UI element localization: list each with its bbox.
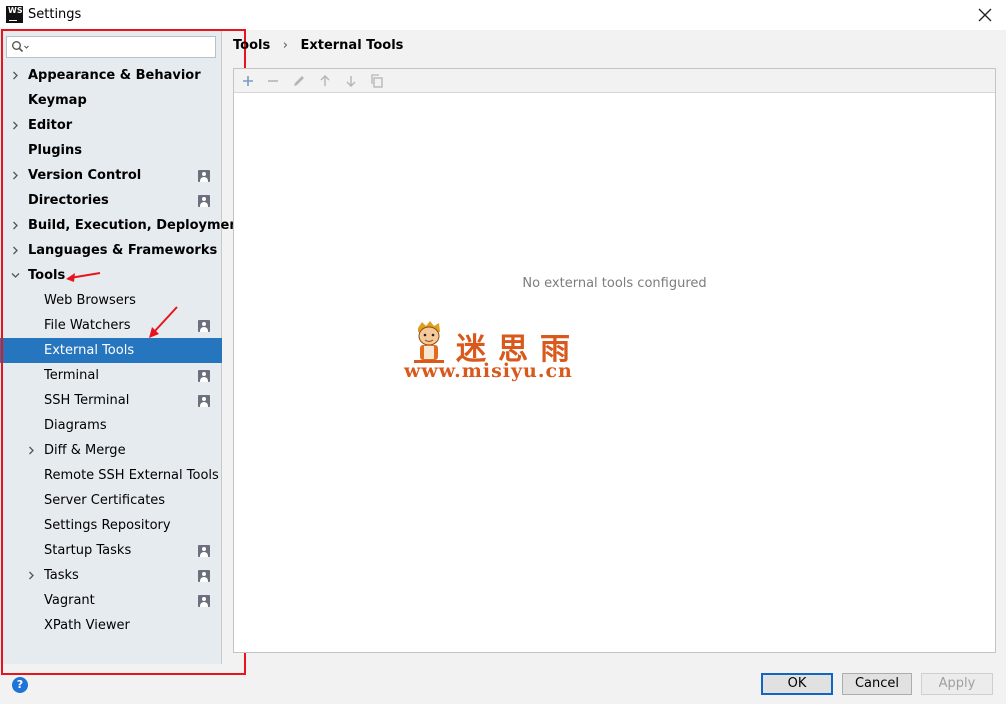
chevron-right-icon[interactable] (11, 221, 20, 230)
settings-search-box[interactable] (6, 36, 216, 58)
tree-item-build-execution-deployment[interactable]: Build, Execution, Deployment (0, 213, 245, 238)
tree-item-remote-ssh-external-tools[interactable]: Remote SSH External Tools (0, 463, 222, 488)
tree-item-label: Version Control (28, 168, 142, 183)
tree-item-label: XPath Viewer (44, 618, 130, 633)
tree-item-ssh-terminal[interactable]: SSH Terminal (0, 388, 222, 413)
tree-item-file-watchers[interactable]: File Watchers (0, 313, 222, 338)
tree-item-keymap[interactable]: Keymap (0, 88, 222, 113)
project-level-icon (198, 320, 210, 332)
tree-item-label: External Tools (44, 343, 135, 358)
tree-item-label: Startup Tasks (44, 543, 132, 558)
help-button[interactable]: ? (12, 677, 28, 693)
settings-tree: Appearance & Behavior Keymap Editor Plugins… (0, 63, 245, 638)
tree-item-directories[interactable]: Directories (0, 188, 222, 213)
chevron-right-icon: › (282, 38, 288, 53)
remove-icon[interactable] (265, 73, 281, 89)
edit-icon[interactable] (291, 73, 307, 89)
tree-item-label: Vagrant (44, 593, 95, 608)
chevron-right-icon[interactable] (27, 446, 36, 455)
close-icon (978, 8, 992, 22)
tree-item-web-browsers[interactable]: Web Browsers (0, 288, 222, 313)
tree-item-label: Remote SSH External Tools (44, 468, 219, 483)
chevron-right-icon[interactable] (11, 121, 20, 130)
project-level-icon (198, 570, 210, 582)
tree-item-label: Diagrams (44, 418, 107, 433)
ok-button[interactable]: OK (761, 673, 833, 695)
breadcrumb-current: External Tools (300, 38, 404, 53)
move-up-icon[interactable] (317, 73, 333, 89)
empty-state-text: No external tools configured (522, 276, 707, 291)
copy-icon[interactable] (369, 73, 385, 89)
tree-item-diff-merge[interactable]: Diff & Merge (0, 438, 222, 463)
tree-item-label: SSH Terminal (44, 393, 130, 408)
tree-item-label: Languages & Frameworks (28, 243, 218, 258)
tree-item-label: File Watchers (44, 318, 131, 333)
chevron-right-icon[interactable] (27, 571, 36, 580)
chevron-right-icon[interactable] (11, 246, 20, 255)
tree-item-vagrant[interactable]: Vagrant (0, 588, 222, 613)
tree-item-label: Keymap (28, 93, 87, 108)
apply-button[interactable]: Apply (921, 673, 993, 695)
search-input[interactable] (31, 38, 211, 56)
title-bar: WS Settings (0, 0, 1006, 30)
tree-item-version-control[interactable]: Version Control (0, 163, 222, 188)
project-level-icon (198, 545, 210, 557)
tree-item-server-certificates[interactable]: Server Certificates (0, 488, 222, 513)
tree-item-tasks[interactable]: Tasks (0, 563, 222, 588)
tree-item-label: Tools (28, 268, 66, 283)
tree-item-label: Plugins (28, 143, 82, 158)
project-level-icon (198, 395, 210, 407)
tree-item-label: Directories (28, 193, 109, 208)
tree-item-label: Server Certificates (44, 493, 166, 508)
project-level-icon (198, 595, 210, 607)
tree-item-label: Appearance & Behavior (28, 68, 201, 83)
search-icon (12, 41, 29, 53)
project-level-icon (198, 370, 210, 382)
chevron-right-icon[interactable] (11, 171, 20, 180)
breadcrumb-parent[interactable]: Tools (233, 38, 270, 53)
tree-item-terminal[interactable]: Terminal (0, 363, 222, 388)
tree-item-label: Web Browsers (44, 293, 136, 308)
chevron-down-icon[interactable] (11, 271, 20, 280)
chevron-right-icon[interactable] (11, 71, 20, 80)
settings-sidebar: Appearance & Behavior Keymap Editor Plugins… (0, 30, 245, 664)
tree-item-settings-repository[interactable]: Settings Repository (0, 513, 222, 538)
tree-item-appearance-behavior[interactable]: Appearance & Behavior (0, 63, 222, 88)
external-tools-panel: No external tools configured (233, 68, 996, 653)
tree-item-editor[interactable]: Editor (0, 113, 222, 138)
move-down-icon[interactable] (343, 73, 359, 89)
breadcrumb: Tools › External Tools (233, 38, 403, 53)
tree-item-label: Settings Repository (44, 518, 171, 533)
window-title: Settings (28, 7, 82, 22)
tree-item-xpath-viewer[interactable]: XPath Viewer (0, 613, 222, 638)
tree-item-label: Build, Execution, Deployment (28, 218, 245, 233)
annotation-arrow-tools (66, 272, 101, 282)
tree-item-startup-tasks[interactable]: Startup Tasks (0, 538, 222, 563)
window-close-button[interactable] (972, 2, 998, 28)
app-icon-text: WS (8, 6, 23, 15)
webstorm-app-icon: WS (6, 6, 23, 23)
tree-item-tools[interactable]: Tools (0, 263, 222, 288)
tree-item-label: Tasks (44, 568, 79, 583)
tree-item-label: Terminal (44, 368, 99, 383)
tree-item-languages-frameworks[interactable]: Languages & Frameworks (0, 238, 222, 263)
cartoon-boy-logo-icon (414, 321, 444, 363)
tree-item-plugins[interactable]: Plugins (0, 138, 222, 163)
tree-item-diagrams[interactable]: Diagrams (0, 413, 222, 438)
project-level-icon (198, 195, 210, 207)
project-level-icon (198, 170, 210, 182)
watermark: 迷思雨 www.misiyu.cn (404, 320, 604, 386)
tree-item-label: Editor (28, 118, 73, 133)
annotation-arrow-external-tools (149, 306, 178, 338)
tree-item-external-tools[interactable]: External Tools (0, 338, 222, 363)
watermark-url: www.misiyu.cn (404, 360, 573, 382)
add-icon[interactable] (240, 73, 256, 89)
tree-item-label: Diff & Merge (44, 443, 126, 458)
cancel-button[interactable]: Cancel (842, 673, 912, 695)
external-tools-toolbar (234, 69, 995, 93)
